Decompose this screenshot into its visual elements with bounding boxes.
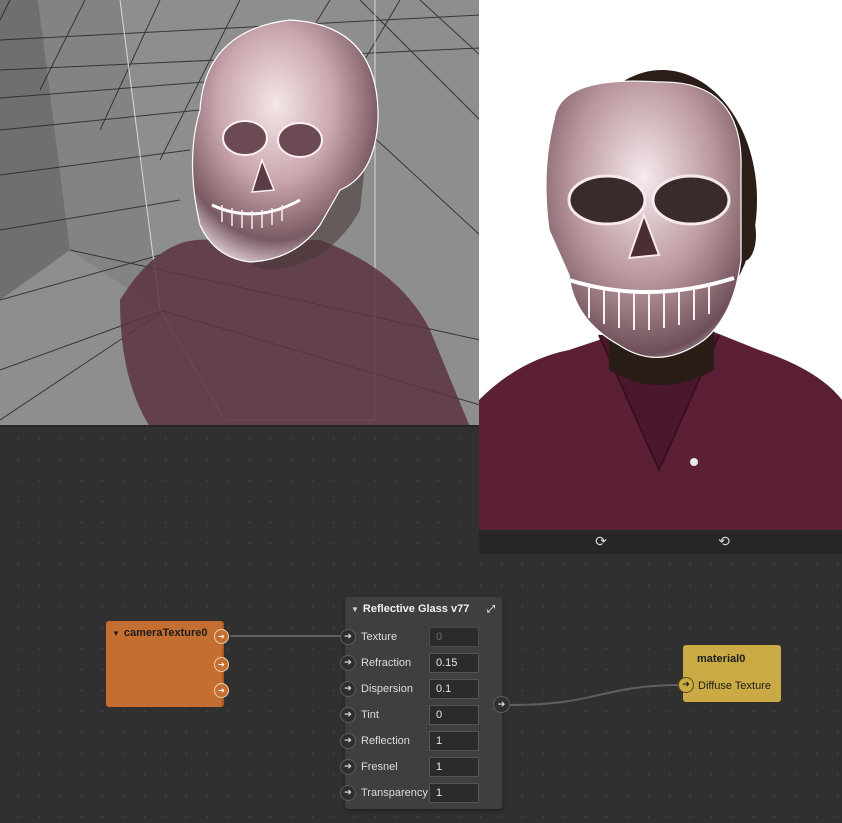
reflection-field[interactable] xyxy=(429,731,479,751)
input-port-reflection[interactable]: ➔ xyxy=(340,733,356,749)
param-label: Dispersion xyxy=(361,683,413,695)
node-reflective-glass[interactable]: ▼ Reflective Glass v77 ⤢ ➔ Texture ➔ Ref… xyxy=(340,597,510,809)
diffuse-texture-label: Diffuse Texture xyxy=(698,680,771,692)
node-camera-title: ▼ cameraTexture0 xyxy=(112,627,208,639)
input-port-dispersion[interactable]: ➔ xyxy=(340,681,356,697)
param-label: Tint xyxy=(361,709,379,721)
node-camera-title-text: cameraTexture0 xyxy=(123,627,208,639)
collapse-triangle-icon[interactable]: ▼ xyxy=(112,629,120,638)
param-row-fresnel: ➔ Fresnel xyxy=(340,756,502,778)
param-label: Reflection xyxy=(361,735,410,747)
param-row-refraction: ➔ Refraction xyxy=(340,652,502,674)
input-port-tint[interactable]: ➔ xyxy=(340,707,356,723)
node-camera-texture[interactable]: ▼ cameraTexture0 ➔ ➔ ➔ xyxy=(106,621,229,707)
param-label: Fresnel xyxy=(361,761,398,773)
node-material[interactable]: material0 ➔ Diffuse Texture xyxy=(678,645,781,702)
input-port-transparency[interactable]: ➔ xyxy=(340,785,356,801)
param-label: Refraction xyxy=(361,657,412,669)
camera-output-port-2[interactable]: ➔ xyxy=(214,683,229,698)
node-material-title: material0 xyxy=(697,653,746,665)
texture-field[interactable] xyxy=(429,627,479,647)
node-glass-title: ▼ Reflective Glass v77 ⤢ xyxy=(351,603,495,615)
node-glass-title-text: Reflective Glass v77 xyxy=(362,603,470,615)
input-port-refraction[interactable]: ➔ xyxy=(340,655,356,671)
connection-glass-to-material xyxy=(509,684,684,706)
param-row-dispersion: ➔ Dispersion xyxy=(340,678,502,700)
input-port-texture[interactable]: ➔ xyxy=(340,629,356,645)
refraction-field[interactable] xyxy=(429,653,479,673)
input-port-diffuse-texture[interactable]: ➔ xyxy=(678,677,694,693)
camera-output-port-1[interactable]: ➔ xyxy=(214,657,229,672)
param-row-transparency: ➔ Transparency xyxy=(340,782,502,804)
param-row-reflection: ➔ Reflection xyxy=(340,730,502,752)
camera-output-port-0[interactable]: ➔ xyxy=(214,629,229,644)
collapse-triangle-icon[interactable]: ▼ xyxy=(351,605,359,614)
dispersion-field[interactable] xyxy=(429,679,479,699)
expand-icon[interactable]: ⤢ xyxy=(487,604,495,615)
glass-output-port[interactable]: ➔ xyxy=(493,696,510,713)
param-label: Texture xyxy=(361,631,398,643)
input-port-fresnel[interactable]: ➔ xyxy=(340,759,356,775)
tint-field[interactable] xyxy=(429,705,479,725)
param-label: Transparency xyxy=(361,787,428,799)
param-row-texture: ➔ Texture xyxy=(340,626,502,648)
fresnel-field[interactable] xyxy=(429,757,479,777)
transparency-field[interactable] xyxy=(429,783,479,803)
param-row-tint: ➔ Tint xyxy=(340,704,502,726)
